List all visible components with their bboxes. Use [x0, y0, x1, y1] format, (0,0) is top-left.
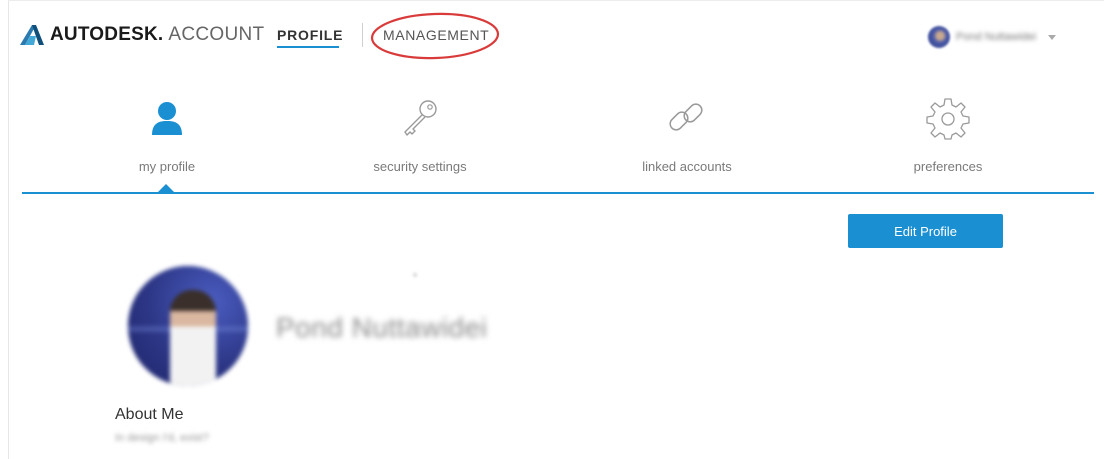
about-me-text: In design I'd, exist?: [115, 432, 209, 444]
tab-label: security settings: [373, 159, 467, 174]
avatar-person: [170, 290, 216, 386]
nav-active-underline: [277, 46, 339, 48]
tab-label: linked accounts: [642, 159, 732, 174]
tab-label: my profile: [138, 159, 196, 174]
profile-tabs: my profile security settings linked acco…: [22, 95, 1094, 195]
user-avatar-small: [928, 26, 950, 48]
edit-profile-button[interactable]: Edit Profile: [848, 214, 1003, 248]
chevron-down-icon: [1048, 34, 1057, 40]
tab-security-settings[interactable]: security settings: [320, 95, 520, 174]
person-icon: [152, 102, 182, 135]
profile-avatar[interactable]: [128, 266, 248, 386]
profile-display-name: Pond Nuttawidei: [276, 312, 488, 343]
autodesk-logo[interactable]: AUTODESK. ACCOUNT: [20, 24, 264, 46]
red-annotation-circle: [370, 12, 500, 60]
user-name-small: Pond Nuttawidei: [956, 31, 1037, 43]
small-blurred-glyph: •: [413, 268, 418, 282]
tab-preferences[interactable]: preferences: [848, 95, 1048, 174]
active-tab-pointer: [157, 184, 175, 193]
chain-link-icon: [669, 103, 703, 131]
nav-divider: [362, 23, 363, 47]
tab-label: preferences: [913, 159, 983, 174]
autodesk-logo-icon: [20, 25, 44, 45]
gear-icon: [926, 98, 970, 140]
brand-name: AUTODESK.: [50, 24, 164, 45]
user-menu[interactable]: Pond Nuttawidei: [928, 26, 1057, 48]
key-icon: [404, 100, 437, 136]
tab-linked-accounts[interactable]: linked accounts: [587, 95, 787, 174]
tab-my-profile[interactable]: my profile: [67, 95, 267, 174]
top-header: AUTODESK. ACCOUNT PROFILE MANAGEMENT Pon…: [0, 0, 1104, 70]
about-me-heading: About Me: [115, 406, 184, 423]
brand-suffix: ACCOUNT: [168, 24, 265, 45]
tabs-underline: [22, 192, 1094, 194]
nav-profile-link[interactable]: PROFILE: [277, 27, 343, 43]
